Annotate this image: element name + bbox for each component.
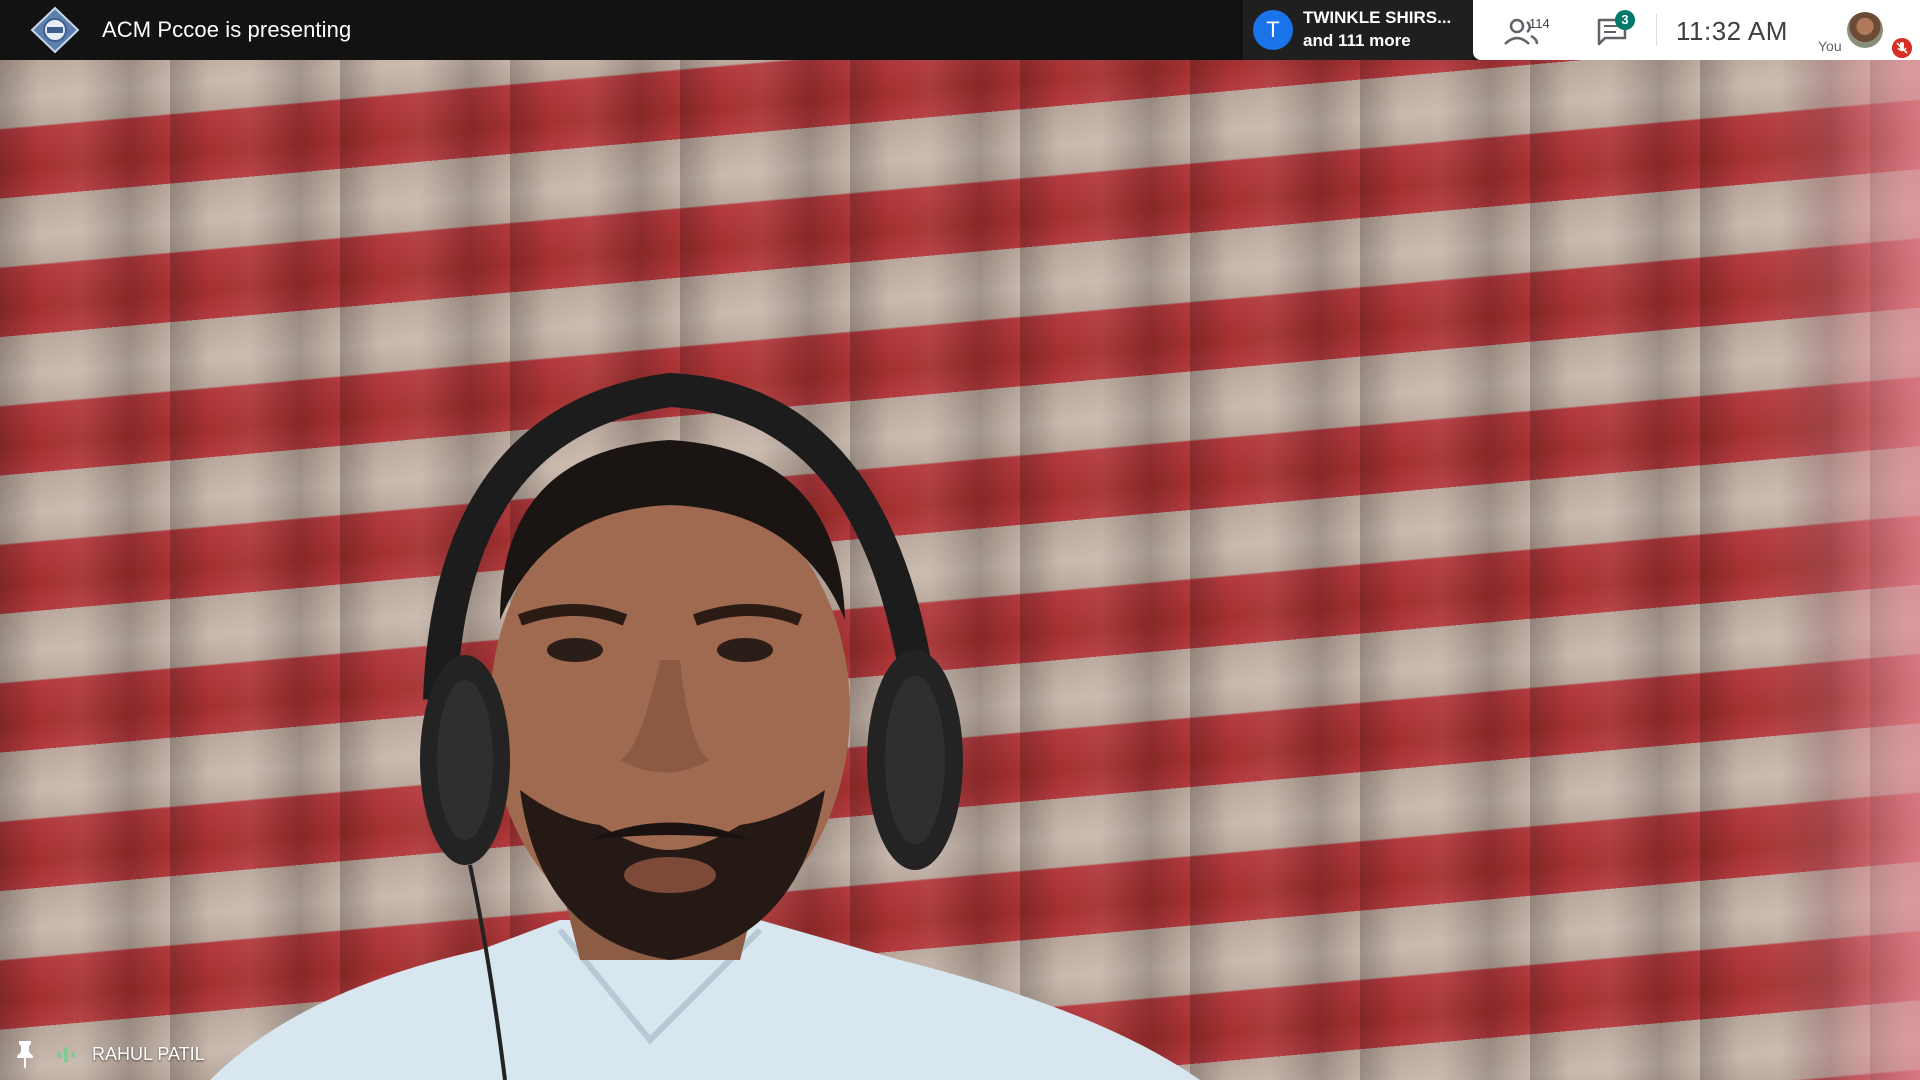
toolbar-divider — [1656, 14, 1657, 46]
speaker-more-count: and 111 more — [1303, 31, 1411, 50]
meeting-clock: 11:32 AM — [1676, 16, 1788, 46]
participant-name-overlay: RAHUL PATIL — [0, 1030, 400, 1080]
self-view-label: You — [1818, 38, 1842, 54]
top-bar: ACM Pccoe is presenting T TWINKLE SHIRS.… — [0, 0, 1920, 60]
speaker-name: TWINKLE SHIRS... — [1303, 8, 1452, 27]
participant-name: RAHUL PATIL — [92, 1044, 205, 1064]
active-speakers-chip[interactable]: T TWINKLE SHIRS... and 111 more — [1243, 0, 1473, 60]
self-avatar[interactable] — [1847, 12, 1883, 48]
presenting-banner-text: ACM Pccoe is presenting — [102, 17, 352, 42]
meeting-info-panel: 114 3 11:32 AM You — [1473, 0, 1920, 60]
chat-unread-badge: 3 — [1615, 10, 1635, 30]
pin-icon[interactable] — [14, 1039, 36, 1069]
acm-logo-icon — [30, 6, 80, 54]
audio-level-icon — [57, 1047, 75, 1063]
participant-count: 114 — [1529, 16, 1550, 31]
participant-video — [0, 60, 1920, 1080]
mic-off-icon — [1892, 38, 1912, 58]
speaker-avatar: T — [1253, 10, 1293, 50]
speaker-figure — [210, 372, 1200, 1080]
